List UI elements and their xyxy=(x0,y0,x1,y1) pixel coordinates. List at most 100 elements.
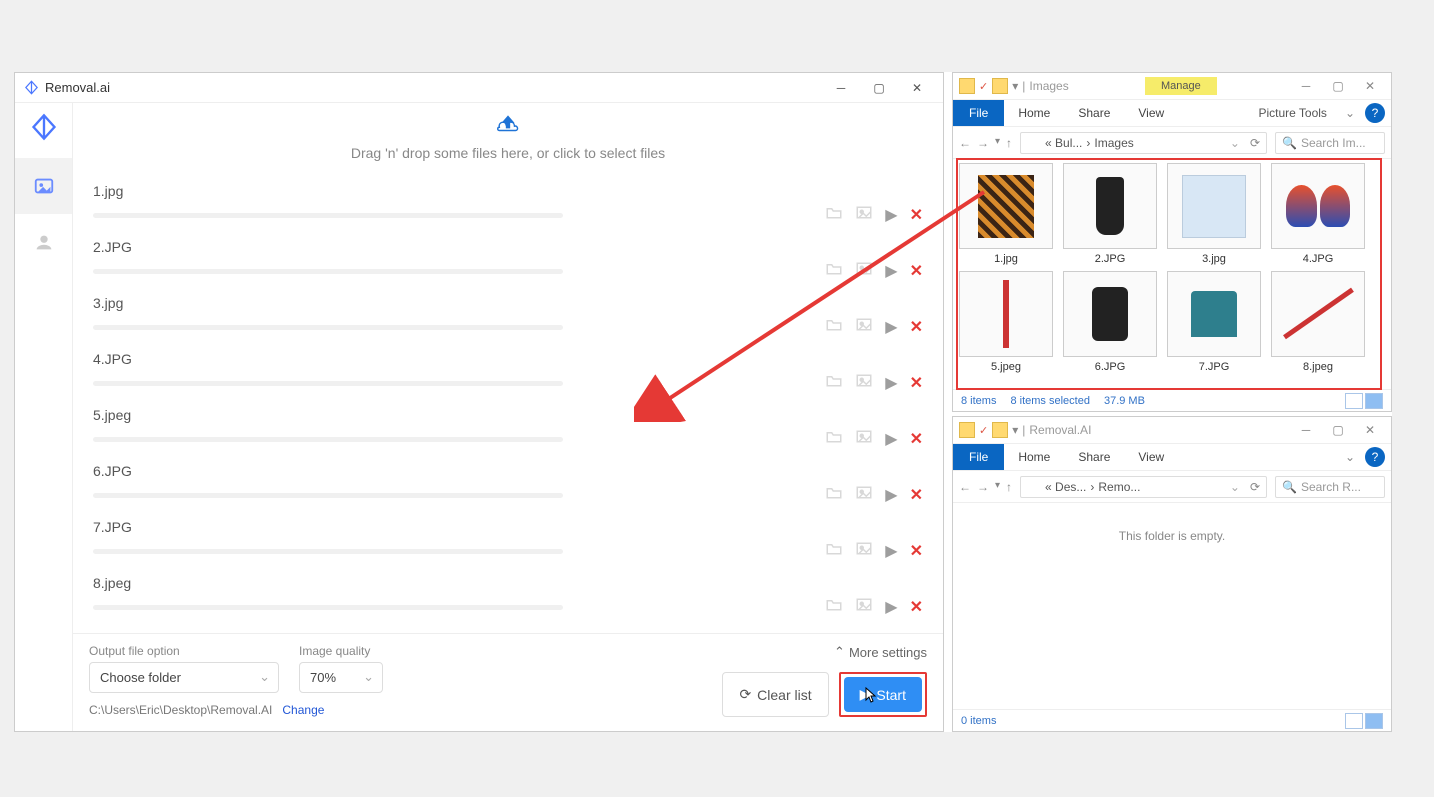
sidebar-item-images[interactable] xyxy=(15,158,72,214)
delete-icon[interactable]: ✕ xyxy=(910,597,923,617)
thumbnail[interactable]: 2.JPG xyxy=(1061,163,1159,265)
image-icon[interactable] xyxy=(855,373,873,393)
delete-icon[interactable]: ✕ xyxy=(910,205,923,225)
view-details-button[interactable] xyxy=(1345,713,1363,729)
close-button[interactable]: ✕ xyxy=(1355,420,1385,440)
chevron-down-icon[interactable]: ⌄ xyxy=(1345,450,1355,464)
manage-tab[interactable]: Manage xyxy=(1145,77,1217,95)
up-button[interactable]: ↑ xyxy=(1006,136,1012,150)
quality-select[interactable]: 70% xyxy=(299,662,383,693)
thumbnail[interactable]: 4.JPG xyxy=(1269,163,1367,265)
view-icons-button[interactable] xyxy=(1365,713,1383,729)
sidebar-item-account[interactable] xyxy=(15,214,72,270)
thumbnail[interactable]: 8.jpeg xyxy=(1269,271,1367,373)
play-icon[interactable]: ▶ xyxy=(885,541,897,561)
help-icon[interactable]: ? xyxy=(1365,103,1385,123)
play-icon[interactable]: ▶ xyxy=(885,317,897,337)
tab-file[interactable]: File xyxy=(953,444,1004,470)
play-icon[interactable]: ▶ xyxy=(885,205,897,225)
thumbnail[interactable]: 1.jpg xyxy=(957,163,1055,265)
folder-icon[interactable] xyxy=(825,485,843,505)
close-button[interactable]: ✕ xyxy=(899,76,935,100)
more-settings-toggle[interactable]: ⌃ More settings xyxy=(834,644,927,660)
clear-list-button[interactable]: ⟳ Clear list xyxy=(722,672,828,717)
tab-view[interactable]: View xyxy=(1124,106,1178,120)
folder-icon[interactable] xyxy=(825,261,843,281)
breadcrumb[interactable]: « Des...› Remo... ⌄ ⟳ xyxy=(1020,476,1267,498)
app-logo-icon xyxy=(23,80,39,96)
tab-home[interactable]: Home xyxy=(1004,450,1064,464)
image-icon[interactable] xyxy=(855,541,873,561)
start-button[interactable]: ▶ Start xyxy=(844,677,922,712)
folder-icon[interactable] xyxy=(825,373,843,393)
help-icon[interactable]: ? xyxy=(1365,447,1385,467)
back-button[interactable]: ← xyxy=(959,480,971,494)
maximize-button[interactable]: ▢ xyxy=(1323,76,1353,96)
breadcrumb[interactable]: « Bul...› Images ⌄ ⟳ xyxy=(1020,132,1267,154)
delete-icon[interactable]: ✕ xyxy=(910,485,923,505)
forward-button[interactable]: → xyxy=(977,136,989,150)
maximize-button[interactable]: ▢ xyxy=(1323,420,1353,440)
progress-bar xyxy=(93,549,563,554)
image-icon[interactable] xyxy=(855,261,873,281)
play-icon[interactable]: ▶ xyxy=(885,373,897,393)
dropzone[interactable]: Drag 'n' drop some files here, or click … xyxy=(73,103,943,175)
minimize-button[interactable]: ─ xyxy=(1291,420,1321,440)
view-icons-button[interactable] xyxy=(1365,393,1383,409)
tab-file[interactable]: File xyxy=(953,100,1004,126)
folder-icon[interactable] xyxy=(825,541,843,561)
progress-bar xyxy=(93,325,563,330)
change-link[interactable]: Change xyxy=(282,703,324,717)
tab-view[interactable]: View xyxy=(1124,450,1178,464)
refresh-icon[interactable]: ⟳ xyxy=(1250,136,1260,150)
explorer-file-area[interactable]: 1.jpg2.JPG 3.jpg 4.JPG 5.jpeg6.JPG 7.JPG 8.jp… xyxy=(953,159,1391,389)
image-icon[interactable] xyxy=(855,485,873,505)
forward-button[interactable]: → xyxy=(977,480,989,494)
thumbnail[interactable]: 7.JPG xyxy=(1165,271,1263,373)
tab-share[interactable]: Share xyxy=(1064,450,1124,464)
explorer-ribbon-tabs: File Home Share View Picture Tools ⌄ ? xyxy=(953,99,1391,127)
folder-icon[interactable] xyxy=(825,317,843,337)
image-icon[interactable] xyxy=(855,597,873,617)
empty-folder-text: This folder is empty. xyxy=(957,507,1387,543)
thumbnail[interactable]: 5.jpeg xyxy=(957,271,1055,373)
chevron-down-icon[interactable]: ⌄ xyxy=(1345,106,1355,120)
file-name: 2.JPG xyxy=(93,239,923,255)
delete-icon[interactable]: ✕ xyxy=(910,429,923,449)
output-folder-select[interactable]: Choose folder xyxy=(89,662,279,693)
up-button[interactable]: ↑ xyxy=(1006,480,1012,494)
delete-icon[interactable]: ✕ xyxy=(910,541,923,561)
history-dropdown[interactable]: ▾ xyxy=(995,480,1000,494)
tab-share[interactable]: Share xyxy=(1064,106,1124,120)
play-icon[interactable]: ▶ xyxy=(885,429,897,449)
history-dropdown[interactable]: ▾ xyxy=(995,136,1000,150)
search-input[interactable]: 🔍 Search R... xyxy=(1275,476,1385,498)
back-button[interactable]: ← xyxy=(959,136,971,150)
image-icon[interactable] xyxy=(855,429,873,449)
close-button[interactable]: ✕ xyxy=(1355,76,1385,96)
thumbnail-label: 3.jpg xyxy=(1165,253,1263,265)
play-icon[interactable]: ▶ xyxy=(885,597,897,617)
folder-icon[interactable] xyxy=(825,429,843,449)
image-icon[interactable] xyxy=(855,205,873,225)
play-icon[interactable]: ▶ xyxy=(885,485,897,505)
minimize-button[interactable]: ─ xyxy=(1291,76,1321,96)
maximize-button[interactable]: ▢ xyxy=(861,76,897,100)
folder-icon[interactable] xyxy=(825,597,843,617)
thumbnail[interactable]: 6.JPG xyxy=(1061,271,1159,373)
tab-picture-tools[interactable]: Picture Tools xyxy=(1244,106,1340,120)
refresh-icon[interactable]: ⟳ xyxy=(1250,480,1260,494)
delete-icon[interactable]: ✕ xyxy=(910,261,923,281)
image-icon[interactable] xyxy=(855,317,873,337)
search-input[interactable]: 🔍 Search Im... xyxy=(1275,132,1385,154)
thumbnail[interactable]: 3.jpg xyxy=(1165,163,1263,265)
file-name: 8.jpeg xyxy=(93,575,923,591)
tab-home[interactable]: Home xyxy=(1004,106,1064,120)
view-details-button[interactable] xyxy=(1345,393,1363,409)
delete-icon[interactable]: ✕ xyxy=(910,373,923,393)
delete-icon[interactable]: ✕ xyxy=(910,317,923,337)
minimize-button[interactable]: ─ xyxy=(823,76,859,100)
play-icon[interactable]: ▶ xyxy=(885,261,897,281)
folder-icon[interactable] xyxy=(825,205,843,225)
thumbnail-label: 7.JPG xyxy=(1165,361,1263,373)
